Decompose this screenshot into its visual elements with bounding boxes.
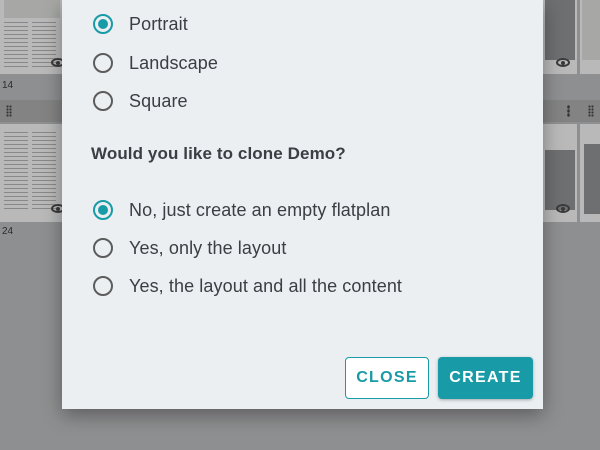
radio-label: Yes, the layout and all the content <box>129 275 403 296</box>
radio-checked-icon[interactable] <box>93 14 113 34</box>
page-thumbnail[interactable] <box>580 124 600 222</box>
radio-unchecked-icon[interactable] <box>93 53 113 73</box>
more-options-icon[interactable] <box>567 105 570 117</box>
radio-square[interactable]: Square <box>93 89 188 113</box>
drag-handle-icon[interactable] <box>588 105 594 117</box>
preview-eye-icon[interactable] <box>556 204 570 213</box>
page-number: 14 <box>2 80 14 91</box>
radio-label: Portrait <box>129 13 188 34</box>
radio-label: Yes, only the layout <box>129 237 287 258</box>
close-button[interactable]: CLOSE <box>345 357 429 399</box>
radio-unchecked-icon[interactable] <box>93 276 113 296</box>
create-button[interactable]: CREATE <box>438 357 533 399</box>
radio-layout-and-content[interactable]: Yes, the layout and all the content <box>93 274 402 298</box>
radio-checked-icon[interactable] <box>93 200 113 220</box>
radio-label: No, just create an empty flatplan <box>129 199 391 220</box>
radio-portrait[interactable]: Portrait <box>93 12 188 36</box>
drag-handle-icon[interactable] <box>6 105 12 117</box>
page-number: 24 <box>2 226 14 237</box>
radio-label: Landscape <box>129 52 218 73</box>
page-thumbnail[interactable] <box>580 0 600 74</box>
radio-empty-flatplan[interactable]: No, just create an empty flatplan <box>93 198 390 222</box>
radio-unchecked-icon[interactable] <box>93 238 113 258</box>
preview-eye-icon[interactable] <box>556 58 570 67</box>
radio-landscape[interactable]: Landscape <box>93 51 218 75</box>
radio-label: Square <box>129 90 188 111</box>
radio-only-layout[interactable]: Yes, only the layout <box>93 236 286 260</box>
radio-unchecked-icon[interactable] <box>93 91 113 111</box>
clone-question: Would you like to clone Demo? <box>91 144 346 163</box>
